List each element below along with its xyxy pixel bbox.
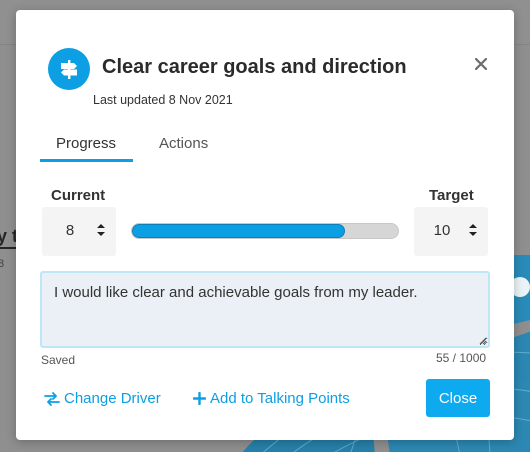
tab-actions[interactable]: Actions [159, 135, 208, 152]
last-updated-text: Last updated 8 Nov 2021 [93, 93, 233, 107]
tab-progress[interactable]: Progress [56, 135, 116, 152]
target-value-select[interactable]: 10 [414, 207, 488, 256]
current-label: Current [51, 187, 106, 204]
add-to-talking-points-link[interactable]: Add to Talking Points [193, 390, 350, 407]
plus-icon [193, 392, 206, 405]
comment-textarea[interactable] [40, 271, 490, 348]
close-icon[interactable] [471, 54, 491, 74]
select-arrows-icon [97, 224, 105, 236]
close-button[interactable]: Close [426, 379, 490, 417]
current-value: 8 [65, 222, 75, 239]
progress-track [131, 223, 399, 239]
swap-arrows-icon [44, 391, 60, 406]
add-to-talking-points-label: Add to Talking Points [210, 390, 350, 407]
character-counter: 55 / 1000 [436, 351, 487, 365]
target-label: Target [429, 187, 474, 204]
saved-status: Saved [41, 353, 76, 367]
change-driver-link[interactable]: Change Driver [44, 390, 161, 407]
target-value: 10 [433, 222, 451, 239]
select-arrows-icon [469, 224, 477, 236]
signpost-icon [48, 48, 90, 90]
active-tab-indicator [40, 159, 133, 162]
dialog-title: Clear career goals and direction [102, 56, 407, 78]
resize-grip-icon[interactable] [479, 337, 487, 345]
change-driver-label: Change Driver [64, 390, 161, 407]
background-value: 8 [0, 258, 5, 270]
goal-dialog: Clear career goals and direction Last up… [16, 10, 514, 440]
progress-fill [132, 224, 345, 238]
current-value-select[interactable]: 8 [42, 207, 116, 256]
